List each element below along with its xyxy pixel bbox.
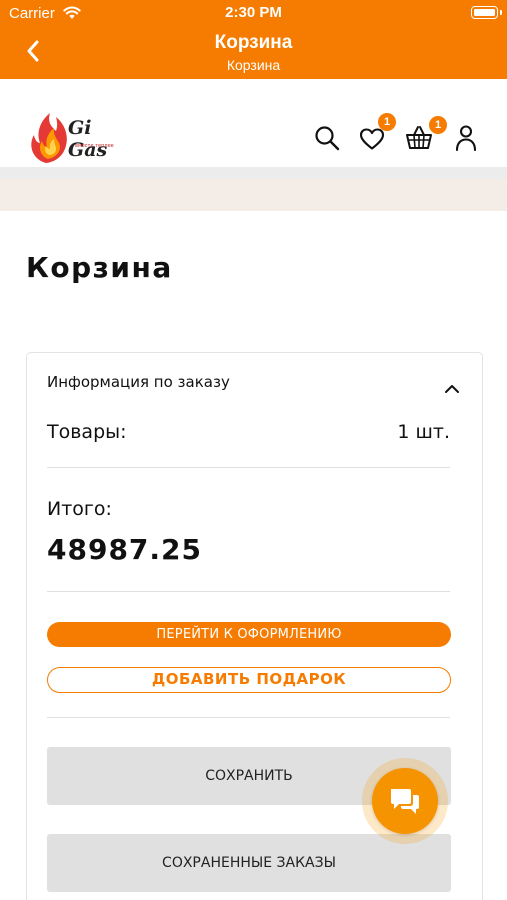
logo-wordmark: Gi Gas [68, 117, 108, 161]
app-screen: Carrier 2:30 PM Корзина Корзина Gi Gas в… [0, 0, 507, 900]
total-value: 48987.25 [47, 533, 203, 566]
nav-subtitle: Корзина [226, 57, 281, 73]
total-label: Итого: [47, 498, 112, 520]
heart-icon [359, 128, 385, 150]
divider [47, 467, 450, 468]
chat-button[interactable] [372, 768, 438, 834]
battery-icon [471, 6, 502, 19]
order-info-heading[interactable]: Информация по заказу [47, 373, 230, 391]
search-icon [315, 126, 340, 151]
divider [47, 591, 450, 592]
items-value: 1 шт. [397, 421, 450, 443]
status-time: 2:30 PM [225, 4, 282, 21]
chat-icon [391, 789, 419, 814]
page-title: Корзина [26, 251, 173, 284]
basket-icon [406, 126, 432, 149]
nav-title: Корзина [214, 32, 293, 53]
saved-orders-button[interactable]: СОХРАНЕННЫЕ ЗАКАЗЫ [47, 834, 451, 892]
status-bar: Carrier 2:30 PM [0, 0, 507, 28]
account-button[interactable] [455, 124, 477, 156]
collapse-toggle[interactable] [444, 379, 460, 398]
nav-bar: Carrier 2:30 PM Корзина Корзина [0, 0, 507, 79]
favorites-button[interactable]: 1 [358, 113, 396, 155]
items-label: Товары: [47, 421, 127, 443]
favorites-badge: 1 [378, 113, 396, 131]
add-gift-button[interactable]: ДОБАВИТЬ ПОДАРОК [47, 667, 451, 693]
app-header: Gi Gas вместе теплее 1 1 [0, 79, 507, 167]
user-icon [455, 125, 477, 152]
brand-logo[interactable]: Gi Gas вместе теплее [28, 109, 132, 165]
chevron-up-icon [445, 385, 459, 393]
logo-tagline: вместе теплее [75, 143, 114, 149]
cart-button[interactable]: 1 [405, 116, 447, 155]
search-button[interactable] [314, 125, 340, 155]
cart-badge: 1 [429, 116, 447, 134]
banner-strip [0, 167, 507, 211]
divider [47, 717, 450, 718]
checkout-button[interactable]: ПЕРЕЙТИ К ОФОРМЛЕНИЮ [47, 622, 451, 647]
